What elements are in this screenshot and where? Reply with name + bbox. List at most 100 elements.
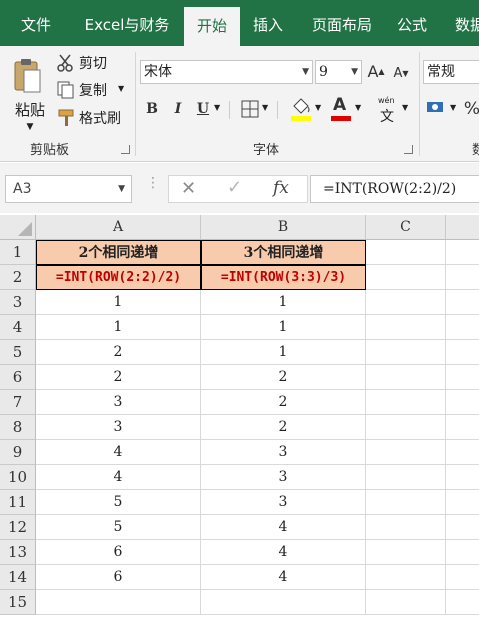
column-header-a[interactable]: A (36, 215, 201, 240)
row-header[interactable]: 15 (0, 590, 36, 615)
percent-button[interactable]: % (463, 97, 479, 121)
cell[interactable] (366, 365, 446, 390)
cell[interactable]: 5 (36, 515, 201, 540)
tab-formulas[interactable]: 公式 (388, 0, 436, 46)
cell[interactable] (36, 590, 201, 615)
font-size-combo[interactable]: 9 ▼ (315, 60, 362, 84)
cell[interactable] (446, 390, 479, 415)
cell[interactable]: 5 (36, 490, 201, 515)
cell[interactable] (446, 240, 479, 265)
cell[interactable] (446, 290, 479, 315)
tab-page-layout[interactable]: 页面布局 (300, 0, 384, 46)
cell[interactable] (446, 565, 479, 590)
cell[interactable] (366, 265, 446, 290)
cell[interactable]: 1 (201, 290, 366, 315)
cell[interactable]: 4 (201, 565, 366, 590)
cell[interactable]: 3 (201, 465, 366, 490)
cut-button[interactable]: 剪切 (79, 53, 107, 75)
tab-file[interactable]: 文件 (8, 0, 64, 46)
cell[interactable]: 2 (36, 340, 201, 365)
cell[interactable]: 1 (36, 290, 201, 315)
cell[interactable] (366, 415, 446, 440)
cell[interactable] (446, 340, 479, 365)
font-name-combo[interactable]: 宋体 ▼ (140, 60, 313, 84)
paste-button[interactable]: 粘贴 ▼ (8, 54, 52, 140)
row-header[interactable]: 13 (0, 540, 36, 565)
shrink-font-button[interactable]: A▼ (391, 62, 411, 86)
row-header[interactable]: 14 (0, 565, 36, 590)
cell[interactable]: 6 (36, 565, 201, 590)
name-box[interactable]: A3 ▼ (5, 175, 132, 203)
tab-excel-finance[interactable]: Excel与财务 (74, 0, 180, 46)
currency-dropdown-icon[interactable]: ▼ (450, 103, 456, 112)
row-header[interactable]: 1 (0, 240, 36, 265)
cell[interactable] (366, 515, 446, 540)
cell[interactable] (366, 240, 446, 265)
copy-button[interactable]: 复制 (79, 80, 107, 102)
cancel-icon[interactable]: ✕ (181, 178, 196, 199)
cell[interactable]: 2 (36, 365, 201, 390)
cell[interactable] (446, 415, 479, 440)
cell[interactable]: 1 (36, 315, 201, 340)
column-header-b[interactable]: B (201, 215, 366, 240)
cell[interactable] (366, 465, 446, 490)
number-format-combo[interactable]: 常规 (423, 60, 479, 84)
tab-insert[interactable]: 插入 (244, 0, 292, 46)
cell[interactable] (446, 265, 479, 290)
cell[interactable]: 1 (201, 315, 366, 340)
header-cell[interactable]: 3个相同递增 (201, 240, 366, 265)
row-header[interactable]: 8 (0, 415, 36, 440)
cell[interactable]: 4 (201, 540, 366, 565)
cell[interactable] (446, 590, 479, 615)
underline-button[interactable]: U (193, 97, 213, 121)
cell[interactable]: 6 (36, 540, 201, 565)
formula-cell[interactable]: =INT(ROW(2:2)/2) (36, 265, 201, 290)
font-color-dropdown-icon[interactable]: ▼ (355, 103, 361, 112)
row-header[interactable]: 5 (0, 340, 36, 365)
drag-handle-icon[interactable]: ⋮ (146, 176, 160, 190)
row-header[interactable]: 7 (0, 390, 36, 415)
row-header[interactable]: 12 (0, 515, 36, 540)
copy-dropdown-icon[interactable]: ▼ (118, 84, 124, 93)
select-all-corner[interactable] (0, 215, 36, 240)
cell[interactable]: 4 (36, 440, 201, 465)
row-header[interactable]: 10 (0, 465, 36, 490)
worksheet-grid[interactable]: A B C 1 2个相同递增 3个相同递增 2 =INT(ROW(2:2)/2) =INT… (0, 215, 479, 621)
format-painter-button[interactable]: 格式刷 (79, 108, 121, 130)
tab-data[interactable]: 数据 (446, 0, 479, 46)
cell[interactable] (201, 590, 366, 615)
cell[interactable] (446, 490, 479, 515)
font-launcher-icon[interactable] (404, 145, 413, 154)
cell[interactable] (446, 465, 479, 490)
formula-cell[interactable]: =INT(ROW(3:3)/3) (201, 265, 366, 290)
fill-color-icon[interactable] (290, 96, 312, 122)
bold-button[interactable]: B (142, 97, 162, 121)
borders-icon[interactable] (241, 100, 259, 118)
cell[interactable]: 2 (201, 390, 366, 415)
cell[interactable] (446, 365, 479, 390)
row-header[interactable]: 3 (0, 290, 36, 315)
header-cell[interactable]: 2个相同递增 (36, 240, 201, 265)
cell[interactable] (446, 440, 479, 465)
cell[interactable] (366, 540, 446, 565)
cell[interactable]: 3 (36, 415, 201, 440)
row-header[interactable]: 11 (0, 490, 36, 515)
row-header[interactable]: 6 (0, 365, 36, 390)
phonetic-dropdown-icon[interactable]: ▼ (402, 103, 408, 112)
cell[interactable]: 4 (36, 465, 201, 490)
grow-font-button[interactable]: A▲ (366, 60, 386, 84)
cell[interactable]: 3 (201, 490, 366, 515)
cell[interactable]: 3 (201, 440, 366, 465)
cell[interactable]: 1 (201, 340, 366, 365)
cell[interactable]: 4 (201, 515, 366, 540)
fill-color-dropdown-icon[interactable]: ▼ (315, 103, 321, 112)
cell[interactable] (366, 440, 446, 465)
insert-function-icon[interactable]: fx (273, 178, 289, 198)
tab-home[interactable]: 开始 (184, 7, 240, 46)
clipboard-launcher-icon[interactable] (121, 145, 130, 154)
cell[interactable] (366, 340, 446, 365)
underline-dropdown-icon[interactable]: ▼ (214, 103, 220, 112)
cell[interactable]: 2 (201, 365, 366, 390)
cell[interactable] (366, 290, 446, 315)
row-header[interactable]: 9 (0, 440, 36, 465)
